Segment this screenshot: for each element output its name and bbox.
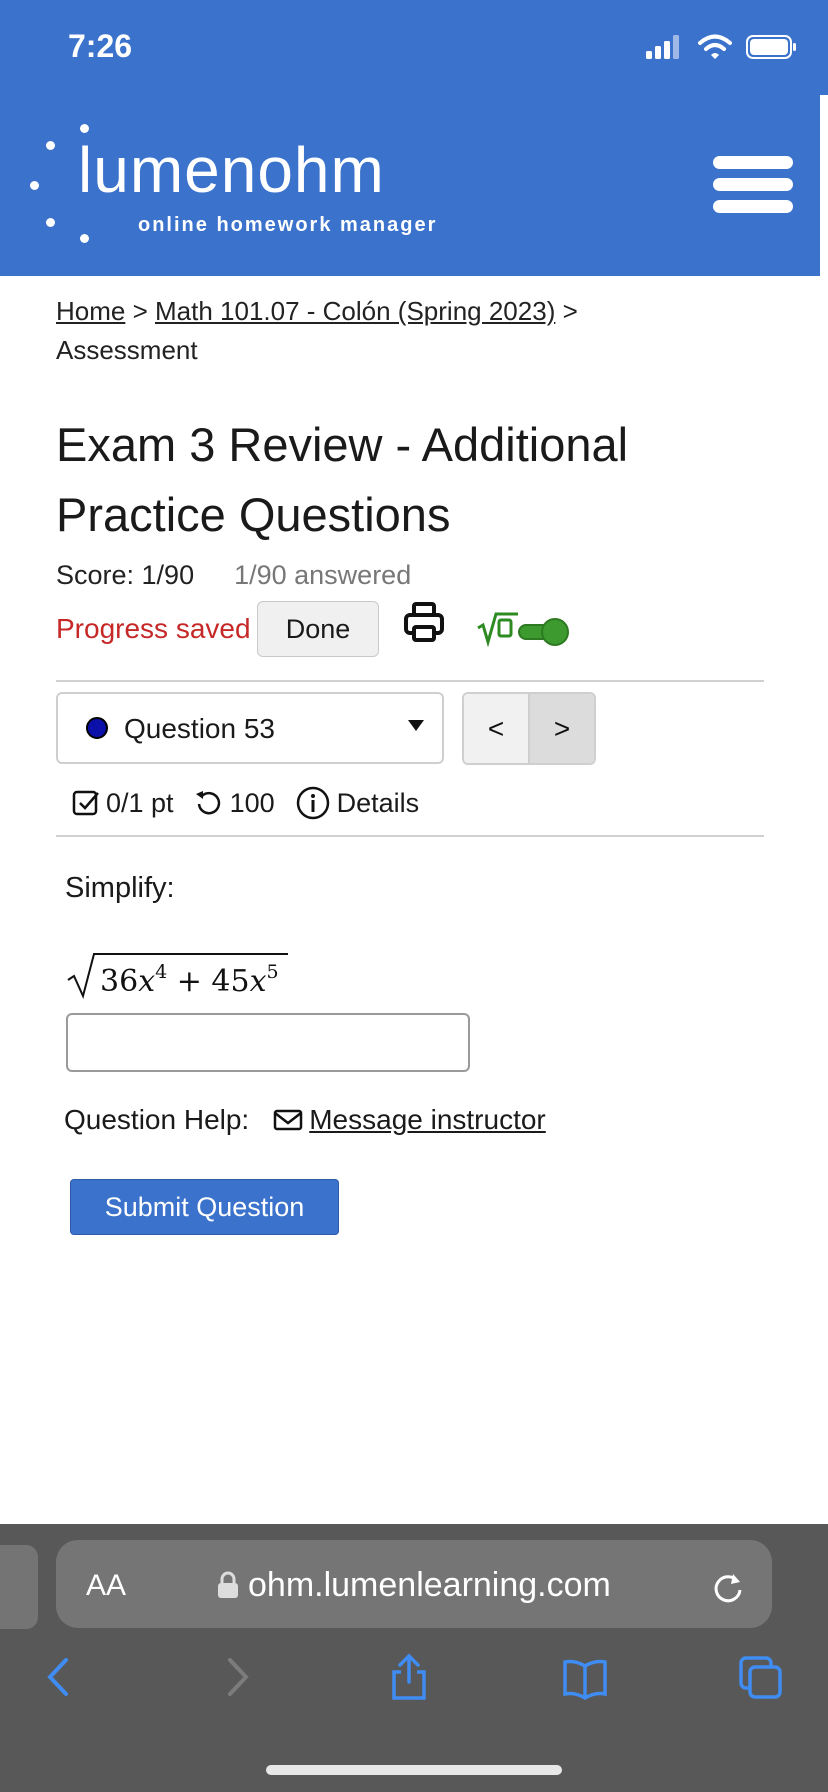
tabs-icon[interactable] — [738, 1652, 784, 1702]
reader-settings-button[interactable]: AA — [86, 1569, 126, 1603]
question-nav-buttons: < > — [462, 692, 596, 765]
question-help: Question Help: Message instructor — [64, 1104, 546, 1136]
url-text[interactable]: ohm.lumenlearning.com — [248, 1566, 611, 1605]
svg-text:36x4 + 45x5: 36x4 + 45x5 — [100, 961, 279, 999]
divider — [56, 835, 764, 837]
points-info: 0/1 pt — [72, 788, 174, 819]
breadcrumb-current: Assessment — [56, 335, 198, 365]
breadcrumb-separator: > — [125, 296, 155, 326]
lock-icon — [218, 1571, 238, 1598]
info-icon — [296, 786, 329, 820]
divider — [56, 680, 764, 682]
retries-text: 100 — [229, 787, 275, 818]
signal-icon — [646, 35, 679, 59]
prev-question-button[interactable]: < — [464, 694, 530, 763]
done-button[interactable]: Done — [257, 601, 379, 657]
message-instructor-link[interactable]: Message instructor — [309, 1104, 546, 1136]
score-row: Score: 1/90 1/90 answered — [56, 560, 411, 591]
battery-icon — [746, 35, 796, 59]
mail-icon — [273, 1109, 303, 1131]
share-icon[interactable] — [386, 1652, 432, 1702]
submit-question-button[interactable]: Submit Question — [70, 1179, 339, 1235]
answer-input[interactable] — [66, 1013, 470, 1072]
retries-info: 100 — [194, 788, 275, 819]
math-expression: 36x4 + 45x5 — [67, 953, 288, 999]
logo-dot — [46, 218, 55, 227]
question-select-label: Question 53 — [124, 713, 275, 744]
previous-tab-edge[interactable] — [0, 1545, 38, 1629]
breadcrumb-course-link[interactable]: Math 101.07 - Colón (Spring 2023) — [155, 296, 555, 326]
breadcrumb-home-link[interactable]: Home — [56, 296, 125, 326]
header-edge — [820, 95, 828, 276]
status-icons — [646, 34, 798, 60]
math-entry-toggle-icon[interactable] — [476, 608, 576, 652]
page-title: Exam 3 Review - Additional Practice Ques… — [56, 418, 629, 541]
menu-icon[interactable] — [713, 156, 793, 220]
details-toggle[interactable]: Details — [295, 785, 420, 821]
print-icon[interactable] — [402, 600, 446, 644]
logo-dot — [80, 124, 89, 133]
home-indicator — [266, 1765, 562, 1775]
dropdown-caret-icon — [408, 720, 424, 731]
wifi-icon — [698, 34, 732, 59]
logo-dot — [46, 141, 55, 150]
brand-tagline: online homework manager — [138, 214, 438, 236]
next-question-button[interactable]: > — [530, 694, 594, 763]
brand-logo[interactable]: lumenohm — [78, 138, 385, 202]
score-text: Score: 1/90 — [56, 560, 195, 590]
reload-icon[interactable] — [708, 1568, 748, 1608]
retry-icon — [195, 791, 220, 815]
logo-dot — [80, 234, 89, 243]
breadcrumb-separator: > — [555, 296, 578, 326]
question-meta: 0/1 pt 100 Details — [72, 785, 439, 821]
details-text: Details — [336, 787, 420, 818]
bookmarks-icon[interactable] — [562, 1652, 608, 1702]
question-prompt: Simplify: — [65, 872, 175, 904]
progress-status: Progress saved — [56, 613, 251, 644]
forward-icon[interactable] — [214, 1652, 260, 1702]
checkbox-icon — [72, 790, 99, 816]
question-help-label: Question Help: — [64, 1104, 250, 1135]
status-time: 7:26 — [68, 28, 133, 64]
breadcrumb: Home > Math 101.07 - Colón (Spring 2023)… — [56, 292, 756, 370]
back-icon[interactable] — [36, 1652, 82, 1702]
question-status-dot — [86, 717, 108, 739]
answered-count: 1/90 answered — [234, 560, 412, 590]
question-select[interactable]: Question 53 — [56, 692, 444, 764]
logo-dot — [30, 181, 39, 190]
points-text: 0/1 pt — [106, 787, 174, 818]
